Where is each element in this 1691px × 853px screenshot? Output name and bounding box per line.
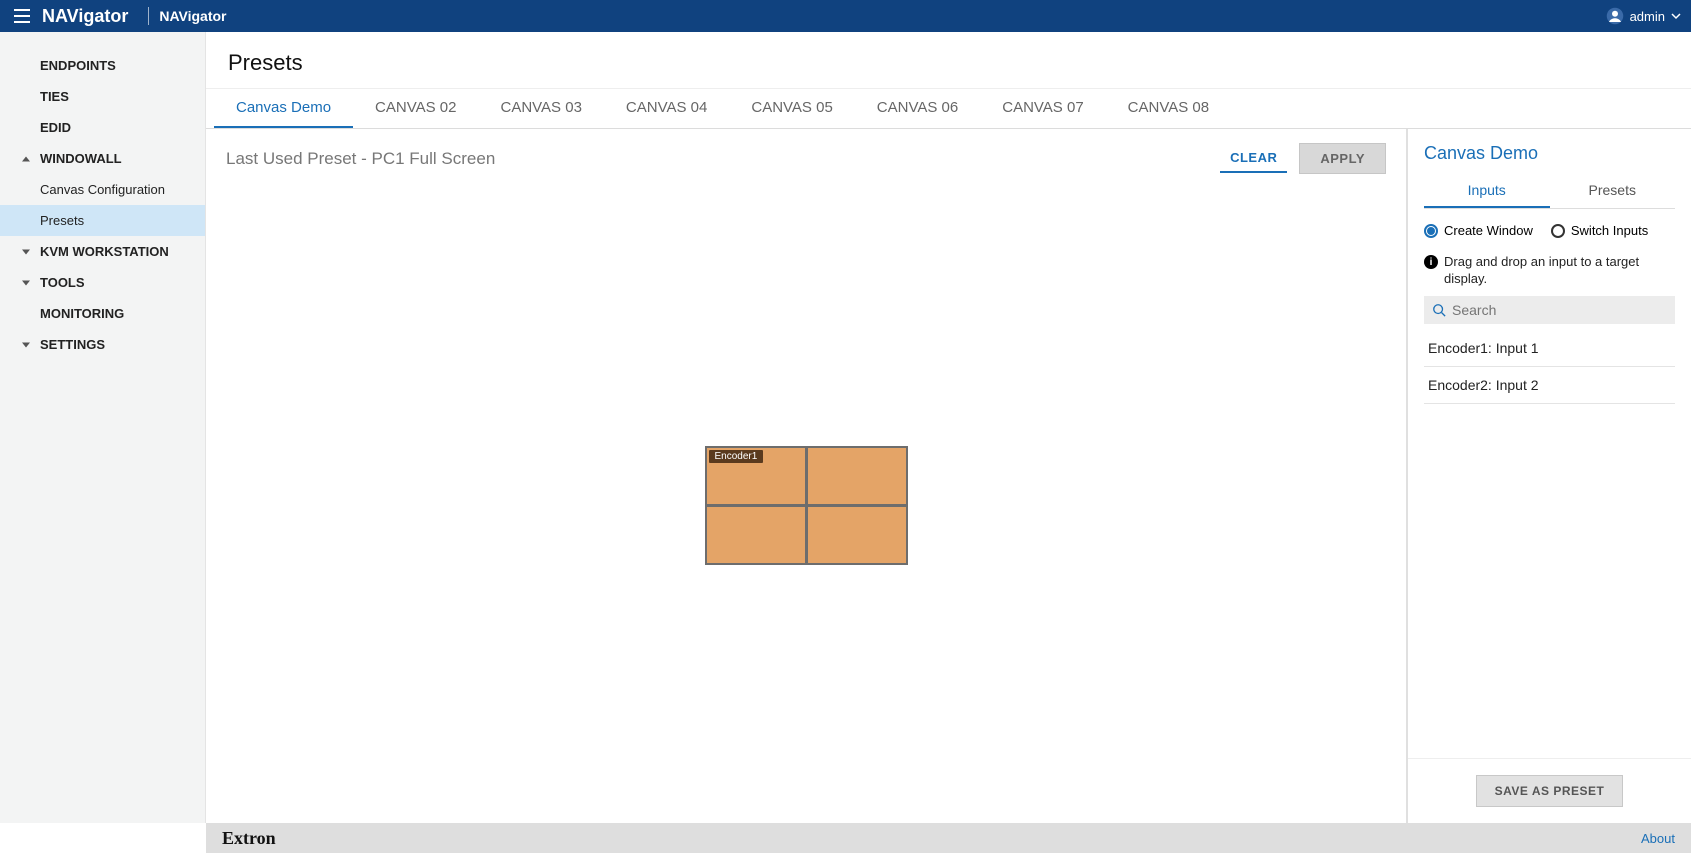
drag-hint-text: Drag and drop an input to a target displ… [1444, 254, 1675, 288]
apply-button[interactable]: APPLY [1299, 143, 1386, 174]
list-item[interactable]: Encoder2: Input 2 [1424, 367, 1675, 404]
radio-switch-inputs-label: Switch Inputs [1571, 223, 1648, 238]
last-used-preset-label: Last Used Preset - PC1 Full Screen [226, 149, 1208, 169]
hamburger-icon [14, 9, 30, 23]
video-wall-grid[interactable]: Encoder1 [705, 446, 908, 565]
search-input[interactable] [1452, 302, 1667, 318]
radio-create-window-label: Create Window [1444, 223, 1533, 238]
radio-switch-inputs[interactable]: Switch Inputs [1551, 223, 1648, 238]
header-divider [148, 7, 149, 25]
radio-checked-icon [1424, 224, 1438, 238]
list-item[interactable]: Encoder1: Input 1 [1424, 330, 1675, 367]
tab-canvas-03[interactable]: CANVAS 03 [478, 89, 603, 128]
brand-title: NAVigator [42, 6, 128, 27]
tab-canvas-04[interactable]: CANVAS 04 [604, 89, 729, 128]
tab-canvas-demo[interactable]: Canvas Demo [214, 89, 353, 128]
search-field-wrap[interactable] [1424, 296, 1675, 324]
sidebar-item-canvas-configuration[interactable]: Canvas Configuration [0, 174, 205, 205]
canvas-tabbar: Canvas Demo CANVAS 02 CANVAS 03 CANVAS 0… [206, 88, 1691, 129]
tab-canvas-08[interactable]: CANVAS 08 [1106, 89, 1231, 128]
panel-title: Canvas Demo [1408, 129, 1691, 174]
tab-canvas-02[interactable]: CANVAS 02 [353, 89, 478, 128]
sidebar-item-windowall[interactable]: WINDOWALL [0, 143, 205, 174]
input-list: Encoder1: Input 1 Encoder2: Input 2 [1424, 330, 1675, 404]
sidebar-item-presets[interactable]: Presets [0, 205, 205, 236]
drag-hint: i Drag and drop an input to a target dis… [1408, 248, 1691, 296]
sidebar-item-endpoints[interactable]: ENDPOINTS [0, 50, 205, 81]
main-content: Presets Canvas Demo CANVAS 02 CANVAS 03 … [206, 32, 1691, 823]
hamburger-menu-button[interactable] [10, 4, 34, 28]
tab-canvas-07[interactable]: CANVAS 07 [980, 89, 1105, 128]
wall-cell-2[interactable] [808, 448, 906, 504]
app-footer: Extron About [206, 823, 1691, 853]
footer-logo: Extron [222, 828, 276, 849]
wall-cell-4[interactable] [808, 507, 906, 563]
wall-cell-1[interactable]: Encoder1 [707, 448, 805, 504]
chevron-down-icon [1671, 11, 1681, 21]
user-icon [1606, 7, 1624, 25]
sidebar-item-kvm-workstation[interactable]: KVM WORKSTATION [0, 236, 205, 267]
sidebar-item-monitoring[interactable]: MONITORING [0, 298, 205, 329]
wall-cell-3[interactable] [707, 507, 805, 563]
sidebar-item-settings[interactable]: SETTINGS [0, 329, 205, 360]
clear-button[interactable]: CLEAR [1220, 144, 1287, 173]
sidebar-item-edid[interactable]: EDID [0, 112, 205, 143]
canvas-editor: Last Used Preset - PC1 Full Screen CLEAR… [206, 129, 1407, 823]
sidebar-item-tools[interactable]: TOOLS [0, 267, 205, 298]
sidebar-item-ties[interactable]: TIES [0, 81, 205, 112]
tab-canvas-05[interactable]: CANVAS 05 [729, 89, 854, 128]
app-header: NAVigator NAVigator admin [0, 0, 1691, 32]
panel-tab-presets[interactable]: Presets [1550, 174, 1676, 208]
search-icon [1432, 303, 1446, 317]
about-link[interactable]: About [1641, 831, 1675, 846]
page-title: Presets [206, 32, 1691, 88]
user-name: admin [1630, 9, 1665, 24]
radio-create-window[interactable]: Create Window [1424, 223, 1533, 238]
save-as-preset-button[interactable]: SAVE AS PRESET [1476, 775, 1624, 807]
user-menu-button[interactable]: admin [1606, 7, 1681, 25]
info-icon: i [1424, 255, 1438, 269]
radio-unchecked-icon [1551, 224, 1565, 238]
sidebar-nav: ENDPOINTS TIES EDID WINDOWALL Canvas Con… [0, 32, 206, 823]
brand-subtitle: NAVigator [159, 8, 226, 24]
encoder-chip[interactable]: Encoder1 [709, 450, 764, 463]
inputs-panel: Canvas Demo Inputs Presets Create Window… [1407, 129, 1691, 823]
tab-canvas-06[interactable]: CANVAS 06 [855, 89, 980, 128]
panel-tab-inputs[interactable]: Inputs [1424, 174, 1550, 208]
